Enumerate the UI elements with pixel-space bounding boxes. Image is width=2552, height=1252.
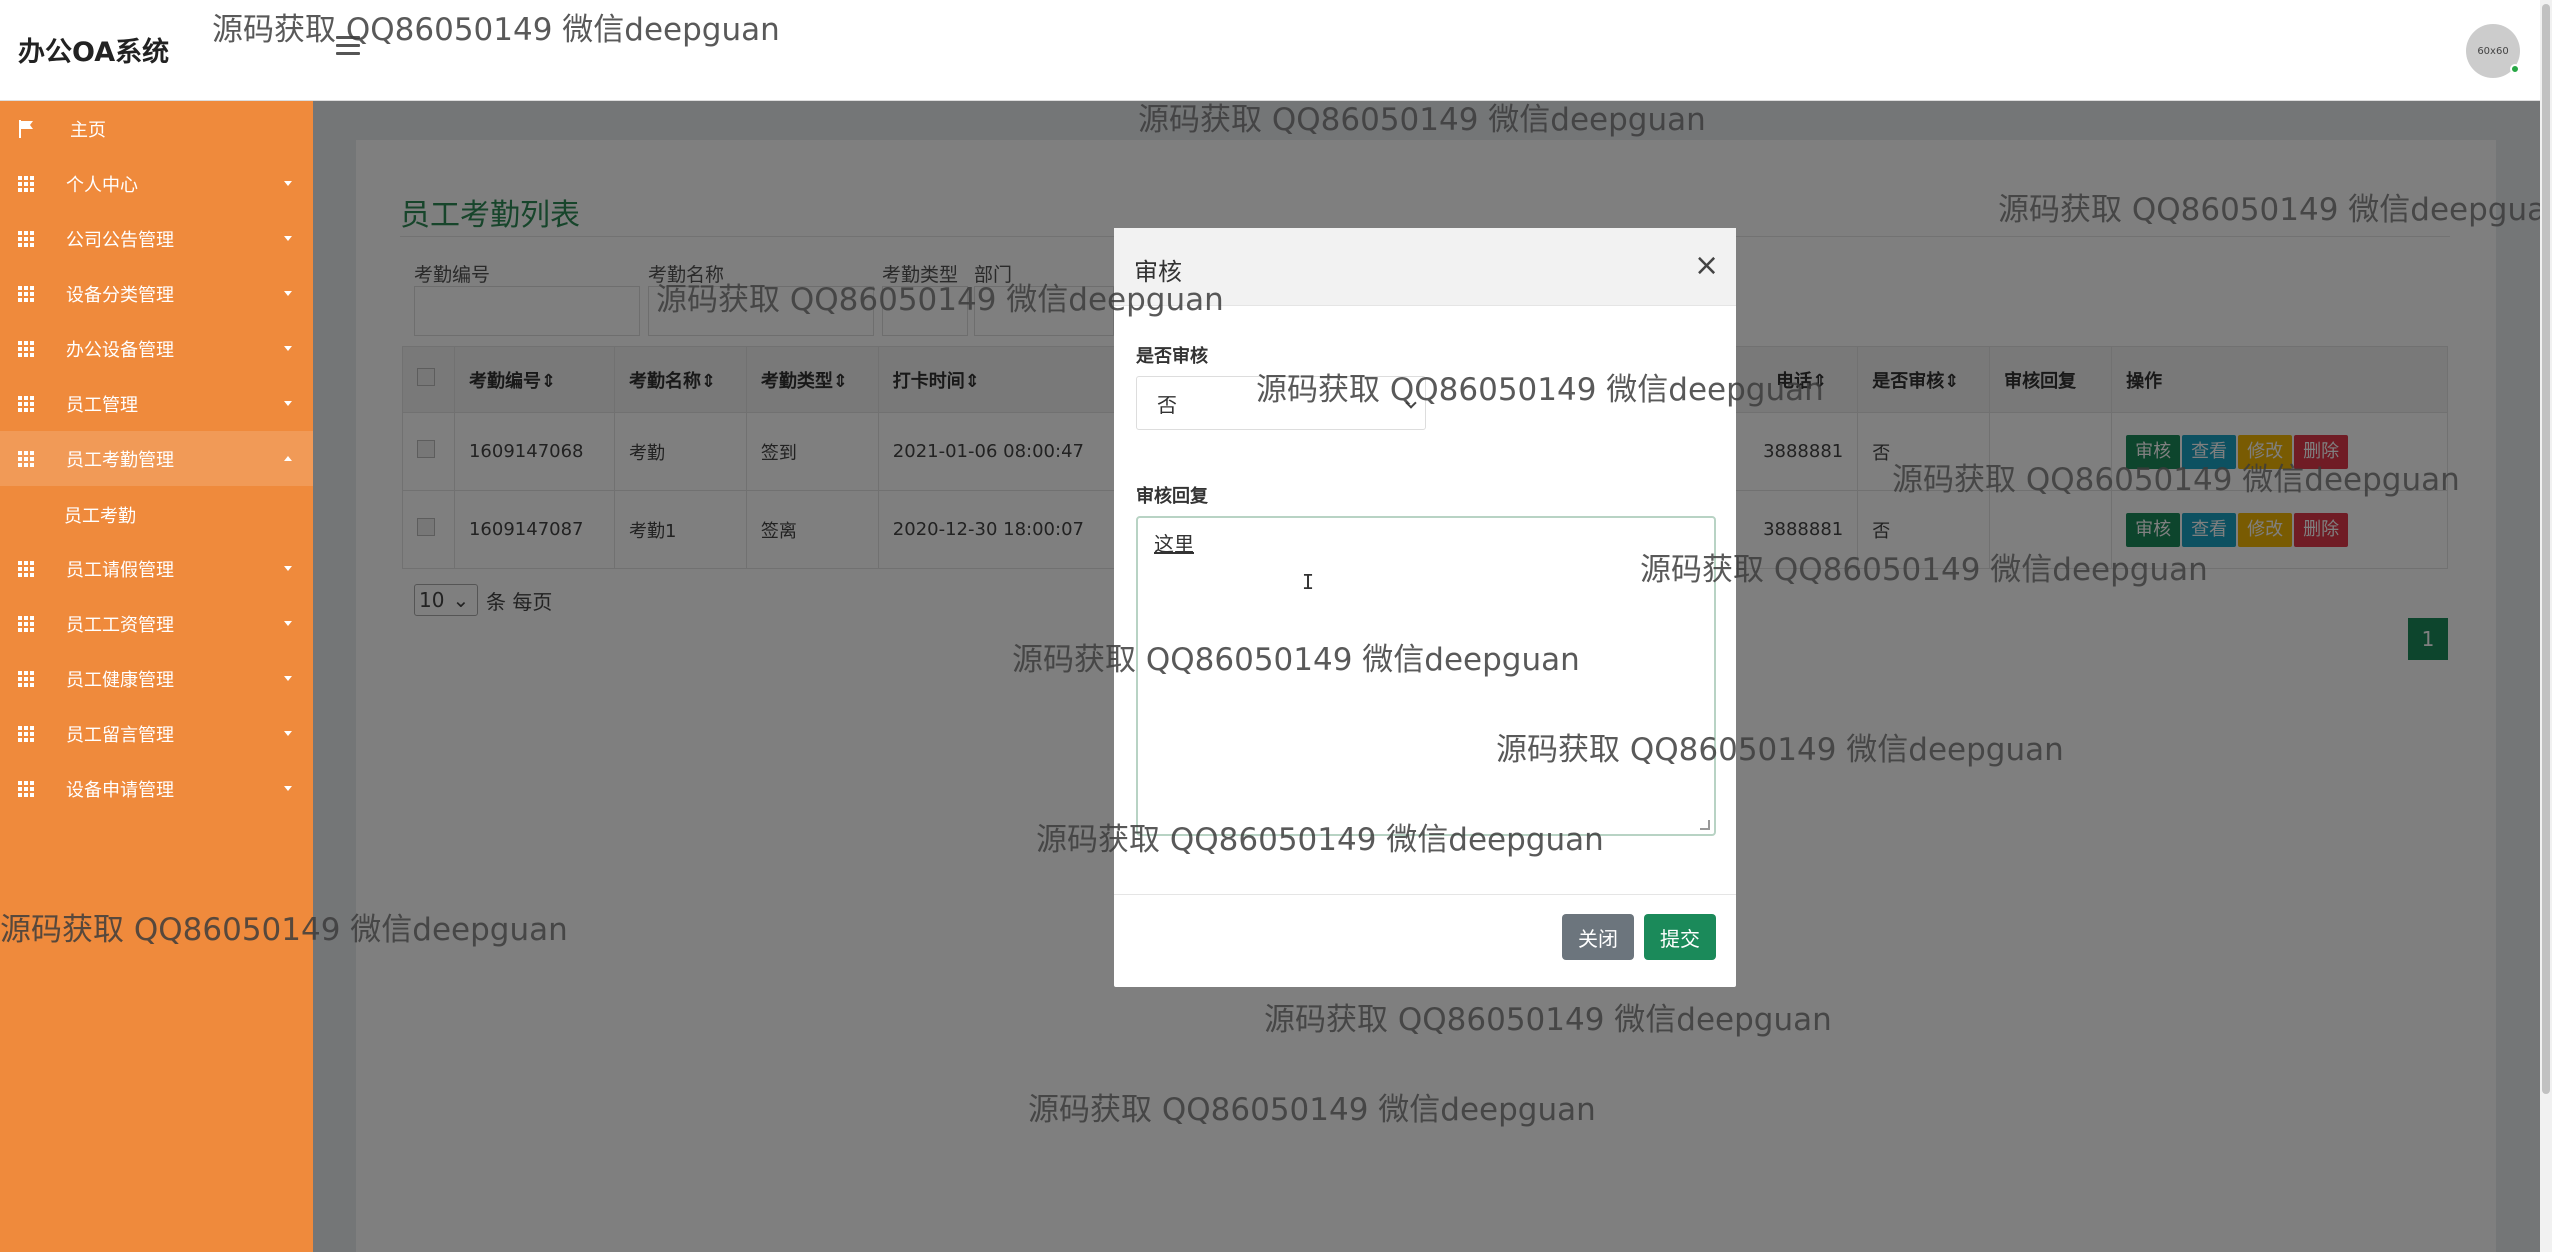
grid-icon	[18, 395, 34, 412]
review-reply-value: 这里	[1154, 532, 1194, 556]
sidebar-item-label: 主页	[70, 119, 106, 141]
modal-header: 审核 ×	[1114, 228, 1736, 306]
sidebar-item-salary[interactable]: 员工工资管理	[0, 596, 313, 651]
review-reply-label: 审核回复	[1136, 486, 1208, 507]
sidebar-subitem-attendance[interactable]: 员工考勤	[64, 502, 136, 528]
online-status-dot	[2510, 64, 2520, 74]
review-modal: 审核 × 是否审核 否 审核回复 这里 关闭 提交	[1114, 228, 1736, 987]
chevron-down-icon	[284, 621, 292, 626]
review-reply-textarea[interactable]: 这里	[1136, 516, 1716, 836]
chevron-down-icon	[284, 181, 292, 186]
sidebar-item-staff[interactable]: 员工管理	[0, 376, 313, 431]
top-header: 办公OA系统 60x60	[0, 0, 2552, 101]
sidebar-item-label: 员工健康管理	[66, 669, 174, 691]
scrollbar-thumb[interactable]	[2542, 4, 2550, 1094]
sidebar-item-device-category[interactable]: 设备分类管理	[0, 266, 313, 321]
grid-icon	[18, 780, 34, 797]
modal-title: 审核	[1134, 258, 1182, 286]
flag-icon	[19, 119, 33, 138]
divider	[1114, 894, 1736, 895]
review-status-value: 否	[1157, 392, 1177, 417]
app-title: 办公OA系统	[18, 37, 170, 68]
sidebar-item-label: 办公设备管理	[66, 339, 174, 361]
sidebar-item-label: 员工工资管理	[66, 614, 174, 636]
menu-toggle-icon[interactable]	[336, 36, 360, 56]
sidebar-item-personal[interactable]: 个人中心	[0, 156, 313, 211]
grid-icon	[18, 230, 34, 247]
sidebar-item-attendance[interactable]: 员工考勤管理	[0, 431, 313, 486]
sidebar-item-label: 员工考勤管理	[66, 449, 174, 471]
sidebar-item-label: 公司公告管理	[66, 229, 174, 251]
sidebar-item-notice[interactable]: 公司公告管理	[0, 211, 313, 266]
sidebar-item-label: 个人中心	[66, 174, 138, 196]
sidebar-item-label: 设备申请管理	[66, 779, 174, 801]
grid-icon	[18, 285, 34, 302]
chevron-down-icon	[284, 731, 292, 736]
chevron-down-icon	[284, 236, 292, 241]
chevron-down-icon	[284, 401, 292, 406]
grid-icon	[18, 725, 34, 742]
review-status-select[interactable]: 否	[1136, 376, 1426, 430]
chevron-down-icon	[1405, 397, 1417, 409]
chevron-up-icon	[284, 456, 292, 461]
close-icon[interactable]: ×	[1694, 248, 1719, 283]
grid-icon	[18, 340, 34, 357]
sidebar-item-device-apply[interactable]: 设备申请管理	[0, 761, 313, 816]
sidebar-item-home[interactable]: 主页	[0, 101, 313, 156]
sidebar-item-label: 员工管理	[66, 394, 138, 416]
sidebar-item-office-device[interactable]: 办公设备管理	[0, 321, 313, 376]
chevron-down-icon	[284, 346, 292, 351]
submit-button[interactable]: 提交	[1644, 914, 1716, 960]
sidebar-item-leave[interactable]: 员工请假管理	[0, 541, 313, 596]
chevron-down-icon	[284, 566, 292, 571]
grid-icon	[18, 450, 34, 467]
sidebar-item-health[interactable]: 员工健康管理	[0, 651, 313, 706]
sidebar-item-label: 员工请假管理	[66, 559, 174, 581]
review-status-label: 是否审核	[1136, 346, 1208, 367]
chevron-down-icon	[284, 676, 292, 681]
chevron-down-icon	[284, 291, 292, 296]
resize-handle[interactable]	[1700, 820, 1710, 830]
text-cursor-icon: I	[1302, 570, 1315, 594]
chevron-down-icon	[284, 786, 292, 791]
sidebar-item-label: 设备分类管理	[66, 284, 174, 306]
grid-icon	[18, 615, 34, 632]
grid-icon	[18, 175, 34, 192]
grid-icon	[18, 670, 34, 687]
close-button[interactable]: 关闭	[1562, 914, 1634, 960]
grid-icon	[18, 560, 34, 577]
sidebar-item-label: 员工留言管理	[66, 724, 174, 746]
sidebar-item-message[interactable]: 员工留言管理	[0, 706, 313, 761]
